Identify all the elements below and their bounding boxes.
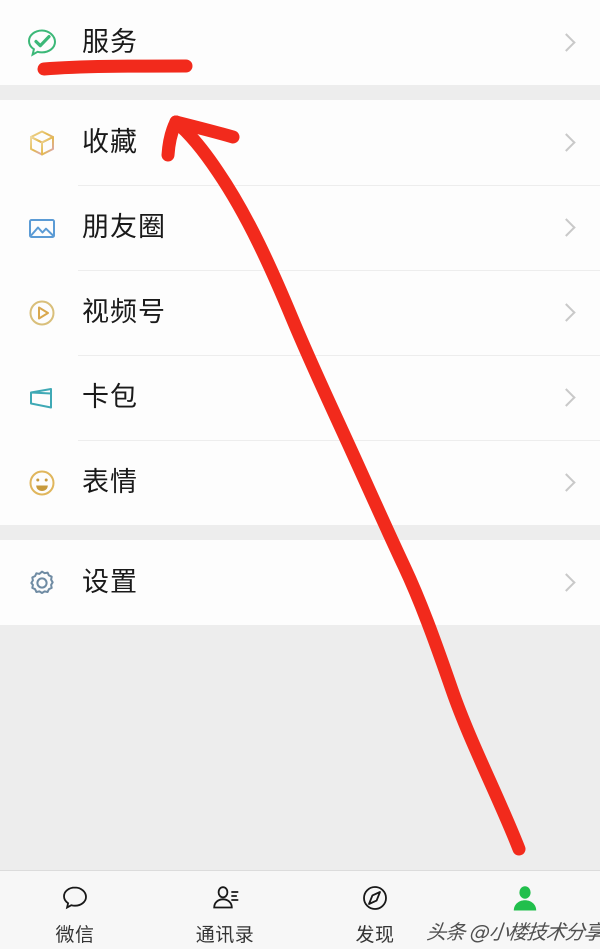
stickers-smiley-icon [22,463,62,503]
menu-item-services[interactable]: 服务 [0,0,600,85]
menu-section-settings: 设置 [0,540,600,625]
favorites-cube-icon [22,123,62,163]
cards-wallet-icon [22,378,62,418]
bottom-tab-bar: 微信 通讯录 发现 [0,870,600,949]
menu-item-settings[interactable]: 设置 [0,540,600,625]
chat-bubble-icon [58,879,92,917]
compass-icon [358,879,392,917]
tab-label: 微信 [55,924,95,946]
section-divider-1 [0,85,600,100]
tab-wechat[interactable]: 微信 [0,871,150,947]
menu-item-label: 收藏 [82,127,138,158]
menu-item-moments[interactable]: 朋友圈 [0,185,600,270]
menu-section-content: 收藏 朋友圈 视频号 卡包 表情 [0,100,600,525]
tab-contacts[interactable]: 通讯录 [150,871,300,947]
settings-gear-icon [22,563,62,603]
chevron-right-icon [560,221,574,235]
menu-item-label: 视频号 [82,297,166,328]
profile-person-icon [508,879,542,917]
menu-item-label: 设置 [82,567,138,598]
chevron-right-icon [560,136,574,150]
menu-item-favorites[interactable]: 收藏 [0,100,600,185]
chevron-right-icon [560,36,574,50]
menu-item-label: 朋友圈 [82,212,166,243]
section-divider-2 [0,525,600,540]
tab-label: 通讯录 [195,924,255,946]
services-chat-check-icon [22,23,62,63]
chevron-right-icon [560,476,574,490]
menu-item-label: 表情 [82,467,138,498]
menu-item-label: 服务 [82,27,138,58]
empty-area [0,625,600,885]
menu-item-cards[interactable]: 卡包 [0,355,600,440]
moments-photo-icon [22,208,62,248]
menu-item-channels[interactable]: 视频号 [0,270,600,355]
menu-section-services: 服务 [0,0,600,85]
contacts-icon [208,879,242,917]
tab-discover[interactable]: 发现 [300,871,450,947]
chevron-right-icon [560,391,574,405]
menu-item-stickers[interactable]: 表情 [0,440,600,525]
tab-label: 发现 [355,924,395,946]
menu-item-label: 卡包 [82,382,138,413]
chevron-right-icon [560,576,574,590]
phone-screen: 服务 收藏 朋友圈 视频号 卡包 表情 设置 微信 通讯录 发现 头条 @小楼技… [0,0,600,949]
tab-profile[interactable] [450,871,600,920]
chevron-right-icon [560,306,574,320]
channels-play-icon [22,293,62,333]
